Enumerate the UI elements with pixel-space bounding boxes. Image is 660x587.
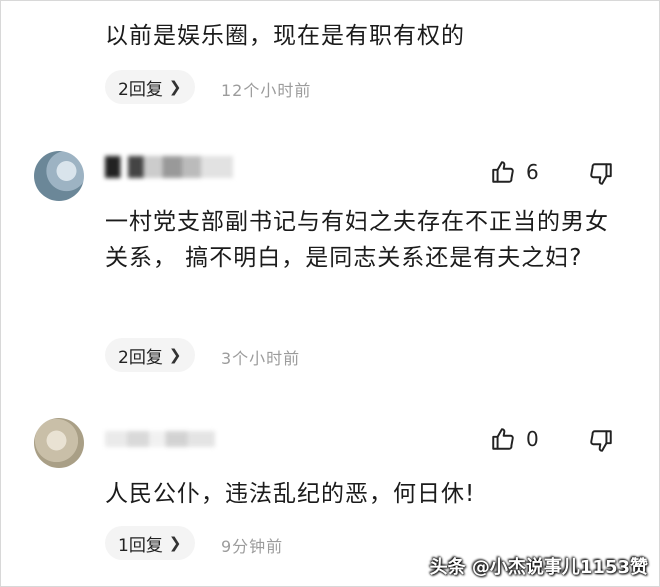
thumb-down-icon (588, 428, 614, 454)
dislike-button[interactable] (588, 161, 614, 187)
like-count: 0 (526, 427, 539, 451)
reply-button[interactable]: 1回复 ❯ (105, 526, 196, 560)
comment-text: 人民公仆，违法乱纪的恶，何日休! (105, 481, 476, 507)
comment-time: 3个小时前 (221, 349, 301, 368)
like-button[interactable]: 0 (490, 426, 539, 452)
thumb-down-icon (588, 161, 614, 187)
username-blurred[interactable] (105, 156, 233, 178)
username-blurred[interactable] (105, 431, 215, 447)
like-button[interactable]: 6 (490, 159, 539, 185)
reply-button[interactable]: 2回复 ❯ (105, 70, 196, 104)
thumb-up-icon (490, 426, 516, 452)
reply-count-label: 2回复 (118, 347, 163, 368)
chevron-right-icon: ❯ (168, 534, 182, 552)
reply-button[interactable]: 2回复 ❯ (105, 338, 196, 372)
dislike-button[interactable] (588, 428, 614, 454)
chevron-right-icon: ❯ (168, 346, 182, 364)
watermark: 头条 @小杰说事儿1153赞 (429, 557, 648, 578)
avatar[interactable] (34, 151, 84, 201)
thumb-up-icon (490, 159, 516, 185)
like-count: 6 (526, 160, 539, 184)
comment-text: 一村党支部副书记与有妇之夫存在不正当的男女关系， 搞不明白，是同志关系还是有夫之… (105, 209, 609, 271)
comment-time: 12个小时前 (221, 81, 312, 100)
comment-text: 以前是娱乐圈，现在是有职有权的 (105, 23, 465, 49)
comment-time: 9分钟前 (221, 537, 284, 556)
reply-count-label: 1回复 (118, 535, 163, 556)
chevron-right-icon: ❯ (168, 78, 182, 96)
avatar[interactable] (34, 418, 84, 468)
reply-count-label: 2回复 (118, 79, 163, 100)
